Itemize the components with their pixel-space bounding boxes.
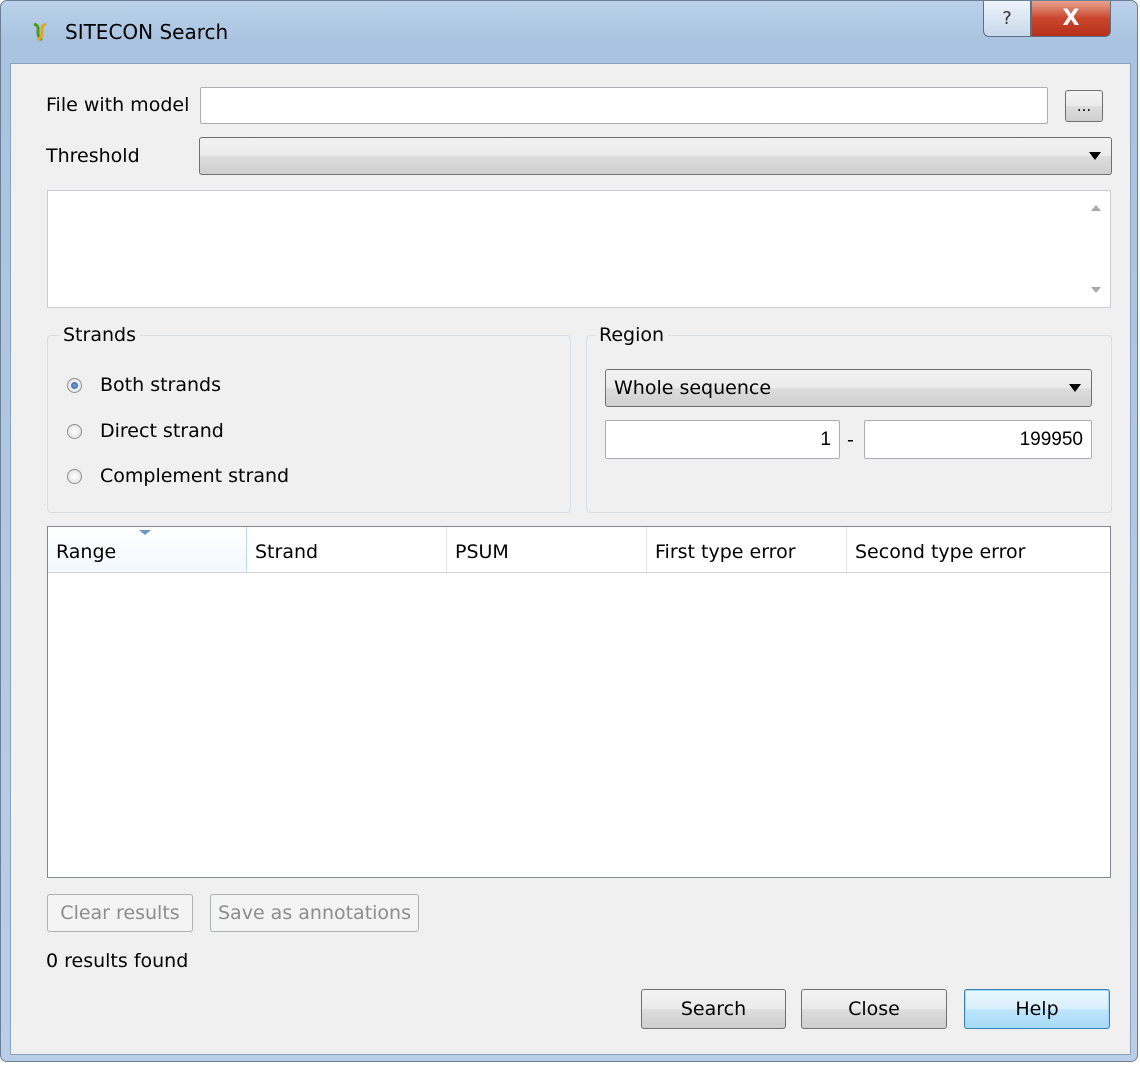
- window-title: SITECON Search: [65, 20, 229, 44]
- dropdown-arrow-icon: [1089, 152, 1101, 160]
- column-header-psum[interactable]: PSUM: [447, 527, 647, 572]
- model-file-label: File with model: [46, 94, 190, 116]
- dialog-window: SITECON Search ? X File with model ... T…: [0, 0, 1138, 1062]
- column-header-label: Range: [56, 541, 117, 563]
- column-header-second-type-error[interactable]: Second type error: [847, 527, 1110, 572]
- radio-complement-strand[interactable]: Complement strand: [67, 465, 289, 487]
- threshold-select[interactable]: [199, 137, 1112, 175]
- region-start-input[interactable]: [605, 420, 840, 459]
- region-end-input[interactable]: [864, 420, 1092, 459]
- complement-strand-label: Complement strand: [100, 465, 290, 487]
- model-file-input[interactable]: [200, 87, 1048, 124]
- column-header-label: PSUM: [455, 541, 509, 563]
- context-help-button[interactable]: ?: [983, 1, 1031, 37]
- save-as-annotations-button[interactable]: Save as annotations: [210, 894, 419, 932]
- column-header-range[interactable]: Range: [48, 527, 247, 572]
- help-button[interactable]: Help: [964, 989, 1110, 1029]
- radio-unchecked-icon: [67, 423, 82, 439]
- region-group-title: Region: [595, 324, 669, 346]
- direct-strand-label: Direct strand: [100, 420, 224, 442]
- strands-group-title: Strands: [59, 324, 140, 346]
- column-header-label: First type error: [655, 541, 796, 563]
- results-count-status: 0 results found: [46, 950, 189, 972]
- threshold-label: Threshold: [46, 145, 140, 167]
- window-close-button[interactable]: X: [1031, 1, 1111, 37]
- dialog-body: File with model ... Threshold Strands Bo…: [10, 63, 1131, 1055]
- both-strands-label: Both strands: [100, 374, 221, 396]
- radio-checked-icon: [67, 377, 82, 393]
- model-description-area[interactable]: [47, 190, 1111, 308]
- results-table[interactable]: Range Strand PSUM First type error Secon…: [47, 526, 1111, 878]
- sort-descending-icon: [139, 530, 151, 535]
- scroll-down-icon[interactable]: [1091, 287, 1101, 293]
- browse-button[interactable]: ...: [1065, 90, 1103, 122]
- vertical-scrollbar[interactable]: [1082, 191, 1110, 307]
- dropdown-arrow-icon: [1069, 384, 1081, 392]
- results-table-header: Range Strand PSUM First type error Secon…: [48, 527, 1110, 573]
- scroll-up-icon[interactable]: [1091, 205, 1101, 211]
- radio-both-strands[interactable]: Both strands: [67, 374, 221, 396]
- region-selected-value: Whole sequence: [614, 377, 772, 399]
- app-logo-icon: [33, 22, 47, 42]
- radio-direct-strand[interactable]: Direct strand: [67, 420, 224, 442]
- clear-results-button[interactable]: Clear results: [47, 894, 193, 932]
- radio-unchecked-icon: [67, 468, 82, 484]
- close-button[interactable]: Close: [801, 989, 947, 1029]
- region-select[interactable]: Whole sequence: [605, 369, 1092, 407]
- region-range-separator: -: [847, 429, 854, 451]
- column-header-label: Strand: [255, 541, 319, 563]
- title-bar[interactable]: SITECON Search ? X: [1, 1, 1137, 63]
- search-button[interactable]: Search: [641, 989, 786, 1029]
- column-header-label: Second type error: [855, 541, 1026, 563]
- column-header-strand[interactable]: Strand: [247, 527, 447, 572]
- column-header-first-type-error[interactable]: First type error: [647, 527, 847, 572]
